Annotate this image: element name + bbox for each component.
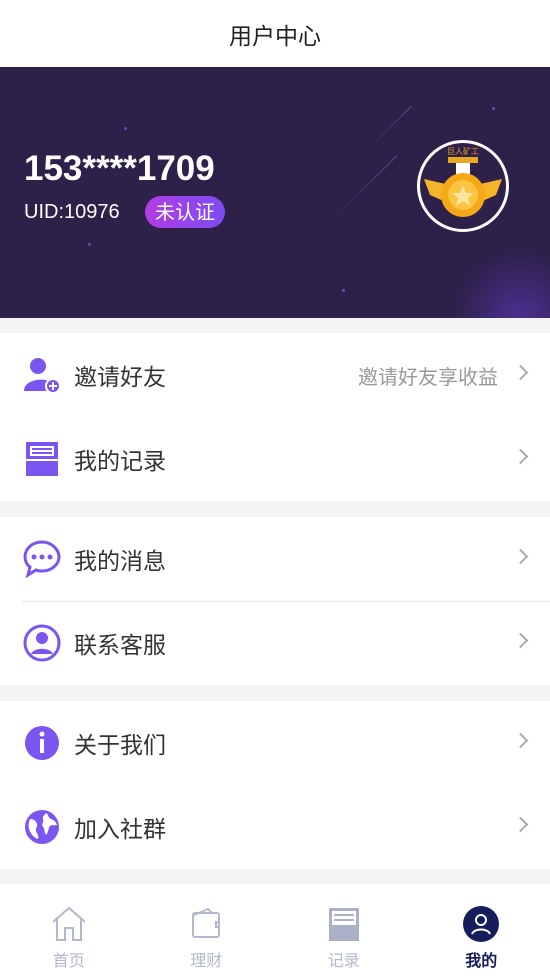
globe-icon <box>22 807 62 847</box>
chevron-right-icon <box>512 632 529 649</box>
add-user-icon <box>22 355 62 395</box>
decor-glow <box>450 248 550 318</box>
tab-label: 理财 <box>190 951 223 970</box>
chevron-right-icon <box>512 548 529 565</box>
tab-records[interactable]: 记录 <box>275 884 413 979</box>
menu-about-us[interactable]: 关于我们 <box>0 701 550 785</box>
menu-my-records[interactable]: 我的记录 <box>0 417 550 501</box>
tab-finance[interactable]: 理财 <box>138 884 276 979</box>
chevron-right-icon <box>512 364 529 381</box>
chevron-right-icon <box>512 732 529 749</box>
menu-group-3: 关于我们 加入社群 <box>0 701 550 869</box>
menu-join-community[interactable]: 加入社群 <box>0 785 550 869</box>
decor-star <box>124 127 127 130</box>
menu-label: 我的记录 <box>74 449 166 475</box>
tab-home[interactable]: 首页 <box>0 884 138 979</box>
menu-contact-support[interactable]: 联系客服 <box>0 601 550 685</box>
menu-group-2: 我的消息 联系客服 <box>0 517 550 685</box>
user-uid: UID:10976 <box>24 201 120 223</box>
decor-streak <box>332 155 398 220</box>
decor-star <box>492 107 495 110</box>
tab-label: 首页 <box>52 951 85 970</box>
menu-label: 邀请好友 <box>74 365 166 391</box>
decor-star <box>88 243 91 246</box>
customer-service-icon <box>22 623 62 663</box>
menu-label: 联系客服 <box>74 633 166 659</box>
decor-streak <box>368 105 412 150</box>
chevron-right-icon <box>512 448 529 465</box>
menu-label: 关于我们 <box>74 733 166 759</box>
page-title: 用户中心 <box>229 23 321 50</box>
home-icon <box>52 906 86 941</box>
medal-avatar[interactable]: 巨人矿工 <box>417 140 509 232</box>
medal-title-text: 巨人矿工 <box>447 147 479 156</box>
user-icon <box>463 906 500 942</box>
profile-banner: 153****1709 UID:10976 未认证 巨人矿工 <box>0 67 550 318</box>
bottom-tab-bar: 首页 理财 记录 我的 <box>0 884 550 979</box>
record-icon <box>328 908 359 941</box>
info-icon <box>22 723 62 763</box>
wallet-icon <box>192 907 221 938</box>
menu-my-messages[interactable]: 我的消息 <box>0 517 550 602</box>
menu-subtext: 邀请好友享收益 <box>358 364 498 389</box>
tab-label: 我的 <box>465 951 498 970</box>
menu-label: 加入社群 <box>74 817 166 843</box>
menu-label: 我的消息 <box>74 549 166 575</box>
header: 用户中心 <box>0 0 550 67</box>
menu-group-1: 邀请好友 邀请好友享收益 我的记录 <box>0 333 550 501</box>
record-icon <box>22 439 62 479</box>
chevron-right-icon <box>512 816 529 833</box>
tab-label: 记录 <box>327 951 360 970</box>
menu-invite-friends[interactable]: 邀请好友 邀请好友享收益 <box>0 333 550 417</box>
tab-mine[interactable]: 我的 <box>413 884 550 979</box>
message-icon <box>22 539 62 579</box>
verify-status-badge[interactable]: 未认证 <box>145 196 225 228</box>
user-phone: 153****1709 <box>24 149 215 188</box>
decor-star <box>342 289 345 292</box>
